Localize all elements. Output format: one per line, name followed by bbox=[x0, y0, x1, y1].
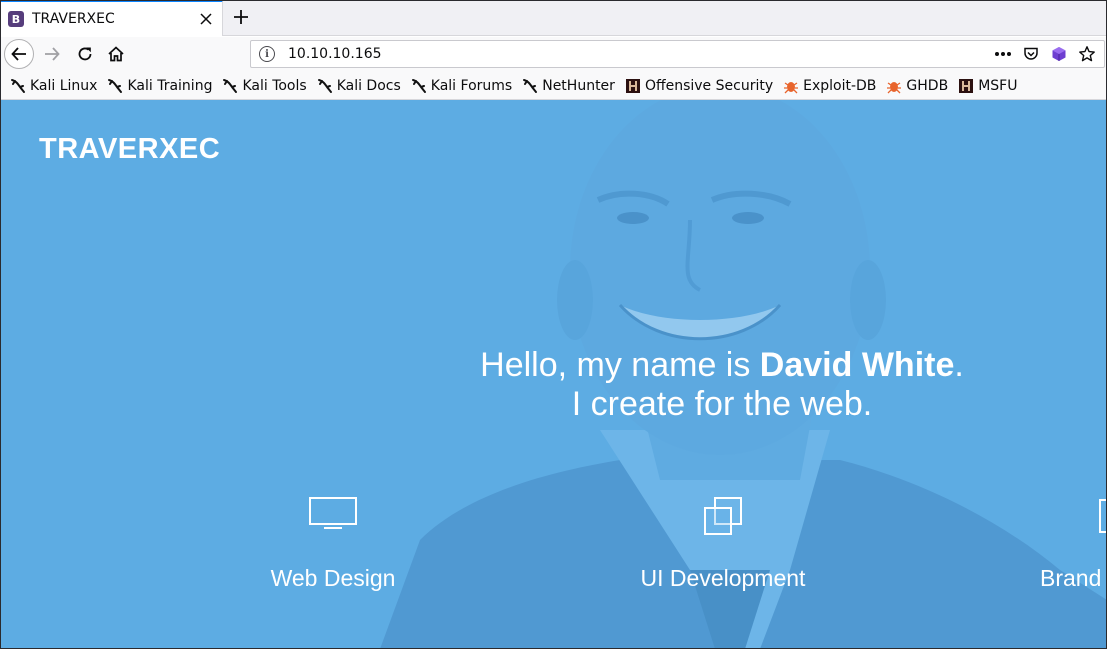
site-brand-logo[interactable]: TRAVERXEC bbox=[39, 133, 220, 166]
url-bar-actions bbox=[992, 43, 1098, 65]
tab-strip: B TRAVERXEC bbox=[0, 0, 1107, 36]
page-content: TRAVERXEC Hello, my name is David White.… bbox=[0, 100, 1107, 649]
hero-name: David White bbox=[759, 346, 955, 384]
close-tab-icon[interactable] bbox=[194, 7, 218, 31]
bookmark-offensive-security[interactable]: Offensive Security bbox=[625, 75, 773, 97]
bookmark-kali-training[interactable]: Kali Training bbox=[107, 75, 212, 97]
bookmark-label: Kali Linux bbox=[30, 77, 98, 94]
bookmark-label: NetHunter bbox=[542, 77, 615, 94]
exploitdb-bug-icon bbox=[783, 78, 799, 94]
service-label: Brand bbox=[1040, 565, 1102, 591]
tab-title: TRAVERXEC bbox=[32, 11, 115, 27]
bookmark-nethunter[interactable]: NetHunter bbox=[522, 75, 615, 97]
hero-heading: Hello, my name is David White. I create … bbox=[422, 346, 1022, 424]
kali-dragon-icon bbox=[522, 78, 538, 94]
service-web-design: Web Design bbox=[203, 496, 463, 592]
bookmark-label: Kali Training bbox=[127, 77, 213, 94]
hero-greeting: Hello, my name is bbox=[480, 346, 760, 384]
exploitdb-bug-icon bbox=[886, 78, 902, 94]
service-ui-development: UI Development bbox=[593, 496, 853, 592]
kali-dragon-icon bbox=[411, 78, 427, 94]
hero-period: . bbox=[954, 346, 964, 384]
bookmark-kali-docs[interactable]: Kali Docs bbox=[317, 75, 401, 97]
bookmark-kali-linux[interactable]: Kali Linux bbox=[10, 75, 97, 97]
forward-arrow-icon[interactable] bbox=[37, 39, 67, 69]
hero-tagline: I create for the web. bbox=[571, 385, 873, 423]
bookmark-label: Kali Forums bbox=[430, 77, 513, 94]
kali-dragon-icon bbox=[107, 78, 123, 94]
bookmark-kali-tools[interactable]: Kali Tools bbox=[222, 75, 307, 97]
url-text[interactable]: 10.10.10.165 bbox=[288, 46, 992, 62]
kali-dragon-icon bbox=[222, 78, 238, 94]
bookmark-label: Offensive Security bbox=[644, 77, 774, 94]
info-icon[interactable]: i bbox=[259, 46, 275, 62]
hero-greeting-line: Hello, my name is David White. bbox=[422, 346, 1022, 385]
service-label: UI Development bbox=[640, 565, 806, 591]
star-icon[interactable] bbox=[1076, 43, 1098, 65]
more-dots-icon[interactable] bbox=[992, 43, 1014, 65]
offsec-icon bbox=[625, 78, 641, 94]
bootstrap-favicon-icon: B bbox=[8, 11, 24, 27]
url-bar[interactable]: i 10.10.10.165 bbox=[250, 40, 1105, 68]
bookmarks-toolbar: Kali Linux Kali Training Kali Tools Kali… bbox=[0, 72, 1107, 100]
navigation-toolbar: i 10.10.10.165 bbox=[0, 37, 1107, 72]
extension-cube-icon[interactable] bbox=[1048, 43, 1070, 65]
browser-tab-active[interactable]: B TRAVERXEC bbox=[1, 0, 223, 36]
bookmark-exploit-db[interactable]: Exploit-DB bbox=[783, 75, 876, 97]
bookmark-ghdb[interactable]: GHDB bbox=[886, 75, 948, 97]
back-arrow-icon[interactable] bbox=[4, 39, 34, 69]
bookmark-label: GHDB bbox=[906, 77, 949, 94]
bookmark-kali-forums[interactable]: Kali Forums bbox=[411, 75, 512, 97]
document-icon bbox=[1000, 496, 1107, 542]
service-label: Web Design bbox=[270, 565, 396, 591]
monitor-icon bbox=[203, 496, 463, 542]
kali-dragon-icon bbox=[317, 78, 333, 94]
reload-icon[interactable] bbox=[70, 39, 100, 69]
service-brand: Brand bbox=[1000, 496, 1107, 592]
bookmark-msfu[interactable]: MSFU bbox=[958, 75, 1017, 97]
bookmark-label: Exploit-DB bbox=[803, 77, 877, 94]
home-icon[interactable] bbox=[101, 39, 131, 69]
bookmark-label: Kali Tools bbox=[242, 77, 307, 94]
new-tab-plus-icon[interactable] bbox=[228, 4, 254, 30]
offsec-icon bbox=[958, 78, 974, 94]
windows-stack-icon bbox=[593, 496, 853, 542]
bookmark-label: MSFU bbox=[978, 77, 1018, 94]
pocket-icon[interactable] bbox=[1020, 43, 1042, 65]
bookmark-label: Kali Docs bbox=[336, 77, 401, 94]
kali-dragon-icon bbox=[10, 78, 26, 94]
